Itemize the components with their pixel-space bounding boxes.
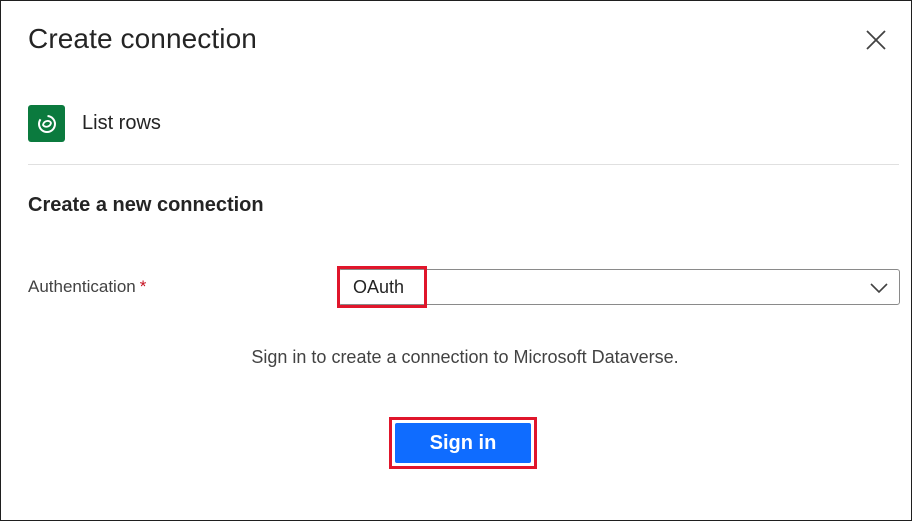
section-heading: Create a new connection xyxy=(28,194,264,216)
dataverse-icon xyxy=(28,105,65,142)
authentication-label-text: Authentication xyxy=(28,277,136,296)
action-name: List rows xyxy=(82,112,161,134)
sign-in-info-text: Sign in to create a connection to Micros… xyxy=(251,347,679,367)
authentication-label: Authentication * xyxy=(28,277,146,297)
dialog-title: Create connection xyxy=(28,23,257,54)
required-marker: * xyxy=(139,277,147,296)
close-icon xyxy=(866,30,886,50)
authentication-select[interactable]: OAuth xyxy=(338,269,900,305)
action-row: List rows xyxy=(28,105,161,142)
divider xyxy=(28,164,899,165)
create-connection-dialog: Create connection List rows Create a new… xyxy=(0,0,912,521)
close-button[interactable] xyxy=(861,25,891,55)
sign-in-button[interactable]: Sign in xyxy=(395,423,531,463)
chevron-down-icon xyxy=(870,283,888,294)
authentication-select-value: OAuth xyxy=(353,277,405,297)
